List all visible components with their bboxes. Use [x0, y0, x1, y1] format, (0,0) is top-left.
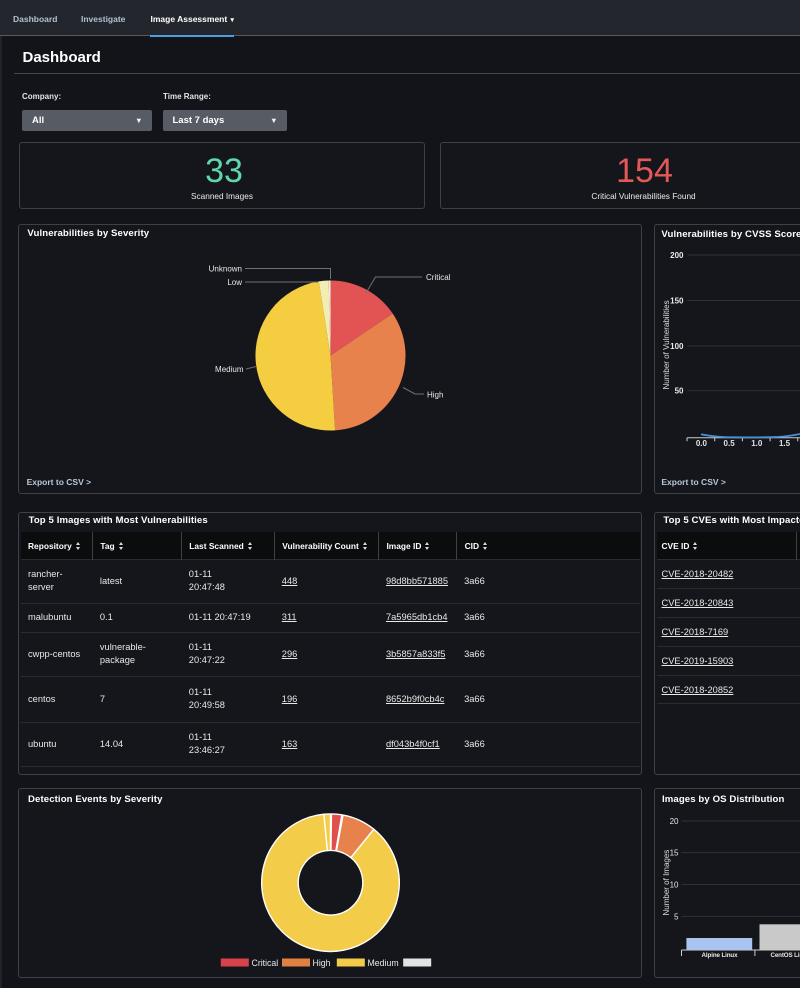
svg-text:Number of Images: Number of Images [662, 850, 671, 916]
svg-text:15: 15 [670, 849, 679, 858]
svg-text:20: 20 [670, 817, 679, 826]
svg-text:Alpine Linux: Alpine Linux [702, 952, 739, 959]
svg-text:5: 5 [674, 912, 679, 921]
svg-text:10: 10 [670, 881, 679, 890]
svg-text:CentOS Linux 7: CentOS Linux 7 [770, 952, 800, 959]
